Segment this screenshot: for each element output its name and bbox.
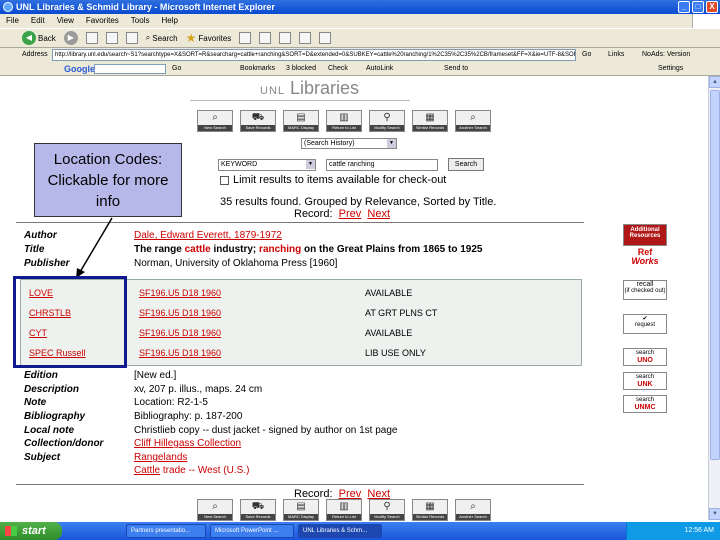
task-powerpoint[interactable]: Microsoft PowerPoint ... [210,524,294,538]
task-partners-presentation[interactable]: Partners presentatio... [126,524,206,538]
clock: 12:56 AM [684,527,714,534]
task-unl-libraries[interactable]: UNL Libraries & Schm... [298,524,382,538]
start-button[interactable]: start [0,522,62,540]
callout-arrow [76,217,113,278]
windows-taskbar: start Partners presentatio... Microsoft … [0,522,720,540]
system-tray: 12:56 AM [626,522,720,540]
location-codes-highlight [13,276,127,368]
windows-flag-icon [5,526,17,536]
